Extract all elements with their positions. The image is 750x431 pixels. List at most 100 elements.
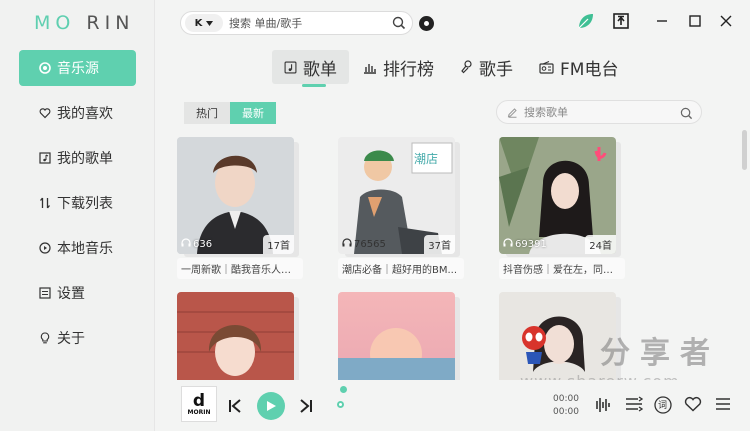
lyrics-icon[interactable]: 词 (654, 396, 672, 414)
bar-chart-icon (363, 61, 377, 74)
playlist-card[interactable]: 69391 24首 抖音伤感｜爱在左，同情... (499, 137, 625, 279)
watermark-text: 分享者 (600, 336, 720, 371)
pencil-icon (507, 103, 518, 122)
app-logo: MO RIN (34, 12, 135, 34)
svg-text:潮店: 潮店 (414, 151, 438, 166)
tab-fm-radio[interactable]: FM电台 (527, 50, 630, 84)
sidebar-item-favorites[interactable]: 我的喜欢 (19, 95, 136, 131)
sidebar-item-label: 设置 (57, 286, 85, 302)
playlist-title[interactable]: 抖音伤感｜爱在左，同情... (499, 258, 625, 279)
playlist-card[interactable] (338, 292, 464, 380)
tab-label: 排行榜 (383, 59, 434, 80)
maximize-icon[interactable] (684, 10, 706, 32)
sidebar: MO RIN 音乐源 我的喜欢 我的歌单 下载列表 本地音乐 设置 关于 (0, 0, 155, 431)
song-count: 37首 (424, 235, 455, 254)
volume-handle[interactable] (340, 386, 347, 393)
leaf-theme-icon[interactable] (575, 10, 597, 32)
song-count: 17首 (263, 235, 294, 254)
tab-label: FM电台 (560, 59, 619, 80)
playlist-cover[interactable]: 636 17首 (177, 137, 294, 254)
play-count: 636 (181, 238, 212, 250)
progress-handle[interactable] (337, 401, 344, 408)
sidebar-item-music-source[interactable]: 音乐源 (19, 50, 136, 86)
download-icon (39, 197, 51, 209)
close-icon[interactable] (715, 10, 737, 32)
headphones-icon (342, 238, 352, 250)
play-button[interactable] (257, 392, 285, 420)
music-source-icon (39, 62, 51, 74)
filter-hot-button[interactable]: 热门 (184, 102, 230, 124)
play-count: 76565 (342, 238, 386, 250)
cover-moon-sea-image (338, 292, 455, 380)
current-time: 00:00 (553, 394, 579, 404)
singer-icon (460, 60, 473, 74)
playlist-icon (39, 152, 51, 164)
play-count: 69391 (503, 238, 547, 250)
playlist-cover[interactable] (177, 292, 294, 380)
tab-playlists[interactable]: 歌单 (272, 50, 349, 87)
disc-icon[interactable] (419, 16, 434, 31)
playlist-sort-filter: 热门 最新 (184, 102, 276, 124)
previous-icon[interactable] (227, 398, 243, 414)
search-icon[interactable] (680, 105, 693, 124)
album-art-letter: d (192, 390, 206, 411)
caret-down-icon (206, 18, 214, 29)
playlist-cover[interactable]: 69391 24首 (499, 137, 616, 254)
playlist-title[interactable]: 潮店必备｜超好用的BM... (338, 258, 464, 279)
sidebar-item-label: 关于 (57, 331, 85, 347)
radio-icon (539, 60, 554, 74)
scrollbar[interactable] (742, 130, 747, 170)
category-tabs: 歌单 排行榜 歌手 FM电台 (272, 50, 632, 87)
global-search-box: K (180, 11, 413, 35)
playlist-search-input[interactable] (524, 105, 674, 119)
tab-label: 歌手 (479, 59, 513, 80)
play-order-icon[interactable] (625, 396, 643, 412)
playlist-cover[interactable]: 潮店 76565 37首 (338, 137, 455, 254)
minimize-icon[interactable] (651, 10, 673, 32)
song-count: 24首 (585, 235, 616, 254)
sidebar-item-label: 本地音乐 (57, 241, 113, 257)
player-bar: d MORIN 00:00 00:00 词 (155, 380, 750, 431)
heart-icon (39, 107, 51, 119)
sidebar-item-about[interactable]: 关于 (19, 320, 136, 356)
playlist-queue-icon[interactable] (715, 396, 731, 412)
tab-charts[interactable]: 排行榜 (351, 50, 446, 84)
next-icon[interactable] (298, 398, 314, 414)
sidebar-item-label: 我的歌单 (57, 151, 113, 167)
headphones-icon (181, 238, 191, 250)
equalizer-icon[interactable] (595, 396, 611, 414)
source-select-button[interactable]: K (185, 14, 223, 32)
sidebar-item-downloads[interactable]: 下载列表 (19, 185, 136, 221)
bulb-icon (39, 332, 51, 344)
local-music-icon (39, 242, 51, 254)
heart-icon[interactable] (684, 396, 702, 412)
sidebar-item-local-music[interactable]: 本地音乐 (19, 230, 136, 266)
sidebar-item-label: 音乐源 (57, 61, 99, 77)
playlist-cover[interactable] (338, 292, 455, 380)
playlist-search-box (496, 100, 702, 124)
playlist-title[interactable]: 一周新歌｜酷我音乐人热... (177, 258, 303, 279)
sidebar-item-settings[interactable]: 设置 (19, 275, 136, 311)
album-art-text: MORIN (187, 408, 211, 416)
sidebar-item-label: 我的喜欢 (57, 106, 113, 122)
album-art[interactable]: d MORIN (181, 386, 217, 422)
settings-icon (39, 287, 51, 299)
sidebar-item-my-playlists[interactable]: 我的歌单 (19, 140, 136, 176)
playlist-card[interactable]: 636 17首 一周新歌｜酷我音乐人热... (177, 137, 303, 279)
filter-latest-button[interactable]: 最新 (230, 102, 276, 124)
headphones-icon (503, 238, 513, 250)
play-icon (265, 397, 277, 416)
search-icon[interactable] (392, 15, 406, 34)
mini-mode-icon[interactable] (610, 10, 632, 32)
source-select-label: K (194, 17, 203, 29)
playlist-card[interactable] (177, 292, 303, 380)
tab-label: 歌单 (303, 59, 337, 80)
spider-mascot-icon (522, 326, 546, 364)
search-input[interactable] (229, 16, 379, 30)
playlist-icon (284, 61, 297, 74)
sidebar-item-label: 下载列表 (57, 196, 113, 212)
playlist-card[interactable]: 潮店 76565 37首 潮店必备｜超好用的BM... (338, 137, 464, 279)
total-time: 00:00 (553, 407, 579, 417)
cover-girl-brick-image (177, 292, 294, 380)
tab-singers[interactable]: 歌手 (448, 50, 525, 84)
